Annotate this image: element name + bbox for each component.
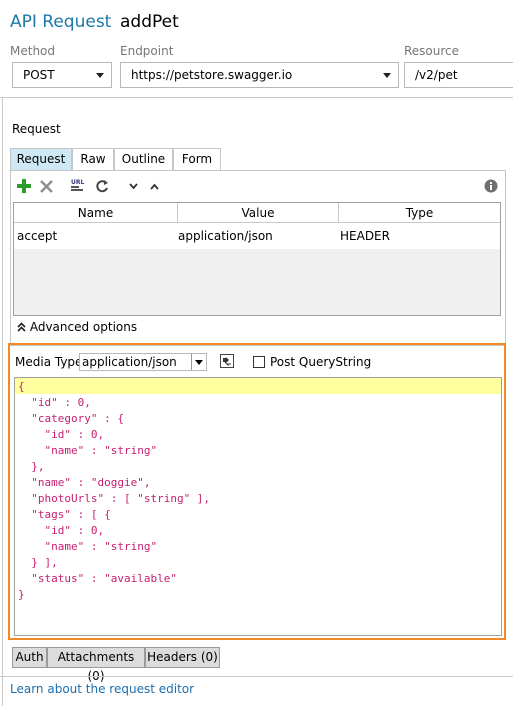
- tab-raw[interactable]: Raw: [72, 148, 114, 170]
- info-icon[interactable]: [484, 179, 498, 193]
- col-header-name[interactable]: Name: [14, 203, 178, 223]
- tab-auth[interactable]: Auth: [12, 647, 47, 668]
- code-line: "id" : 0,: [18, 524, 105, 537]
- delete-icon[interactable]: [40, 180, 53, 193]
- svg-text:URL: URL: [71, 179, 84, 186]
- page-title: API Request: [10, 12, 112, 32]
- code-line: "id" : 0,: [18, 428, 105, 441]
- row-value[interactable]: application/json: [176, 223, 273, 249]
- tab-outline[interactable]: Outline: [114, 148, 173, 170]
- divider: [0, 97, 513, 98]
- chevron-down-icon[interactable]: [383, 73, 391, 78]
- format-icon[interactable]: [220, 354, 234, 368]
- col-header-type[interactable]: Type: [339, 203, 500, 223]
- code-line: "id" : 0,: [18, 396, 91, 409]
- code-line: "name" : "string": [18, 444, 158, 457]
- col-header-value[interactable]: Value: [178, 203, 339, 223]
- code-line: "photoUrls" : [ "string" ],: [18, 492, 211, 505]
- request-name: addPet: [120, 12, 179, 32]
- method-value: POST: [23, 68, 55, 82]
- tab-form[interactable]: Form: [173, 148, 221, 170]
- advanced-options-toggle[interactable]: Advanced options: [17, 320, 137, 334]
- tab-attachments[interactable]: Attachments (0): [47, 647, 145, 683]
- media-type-label: Media Type: [15, 355, 83, 369]
- code-line: "name" : "doggie",: [18, 476, 151, 489]
- params-table: Name Value Type accept application/json …: [13, 202, 501, 316]
- media-dropdown-button[interactable]: [191, 354, 206, 370]
- add-icon[interactable]: [17, 179, 31, 193]
- endpoint-label: Endpoint: [120, 44, 174, 58]
- post-querystring-checkbox[interactable]: [253, 356, 265, 368]
- media-type-select[interactable]: application/json: [79, 353, 207, 371]
- help-link[interactable]: Learn about the request editor: [10, 682, 194, 696]
- method-select[interactable]: POST: [12, 62, 112, 88]
- post-querystring-label[interactable]: Post QueryString: [270, 355, 371, 369]
- refresh-icon[interactable]: [95, 179, 109, 193]
- media-type-value: application/json: [82, 355, 177, 369]
- code-line: }: [18, 588, 25, 601]
- tab-strip-line: [10, 170, 506, 171]
- code-line: {: [18, 380, 25, 393]
- panel-border-left: [2, 98, 3, 706]
- code-line: "name" : "string": [18, 540, 158, 553]
- endpoint-select[interactable]: https://petstore.swagger.io: [120, 62, 399, 88]
- move-up-icon[interactable]: [150, 183, 159, 190]
- double-chevron-up-icon: [17, 322, 26, 332]
- footer-divider: [0, 676, 513, 677]
- url-encode-icon[interactable]: URL: [70, 178, 86, 193]
- code-line: } ],: [18, 556, 58, 569]
- code-line: "tags" : [ {: [18, 508, 111, 521]
- chevron-down-icon: [195, 360, 203, 365]
- body-code-editor[interactable]: { "id" : 0, "category" : { "id" : 0, "na…: [14, 377, 502, 636]
- chevron-down-icon[interactable]: [96, 73, 104, 78]
- code-line: },: [18, 460, 45, 473]
- table-row[interactable]: accept application/json HEADER: [14, 223, 500, 249]
- endpoint-value: https://petstore.swagger.io: [131, 68, 293, 82]
- code-content: { "id" : 0, "category" : { "id" : 0, "na…: [18, 379, 210, 603]
- advanced-options-label: Advanced options: [29, 320, 138, 334]
- tab-request[interactable]: Request: [10, 148, 72, 170]
- request-section-label: Request: [12, 122, 61, 136]
- row-name[interactable]: accept: [15, 223, 57, 249]
- resource-label: Resource: [404, 44, 460, 58]
- move-down-icon[interactable]: [129, 183, 138, 190]
- resource-field[interactable]: /v2/pet: [404, 62, 513, 88]
- tab-headers[interactable]: Headers (0): [145, 647, 220, 668]
- resource-value: /v2/pet: [415, 68, 458, 82]
- code-line: "category" : {: [18, 412, 124, 425]
- code-line: "status" : "available": [18, 572, 177, 585]
- row-type[interactable]: HEADER: [338, 223, 390, 249]
- method-label: Method: [10, 44, 56, 58]
